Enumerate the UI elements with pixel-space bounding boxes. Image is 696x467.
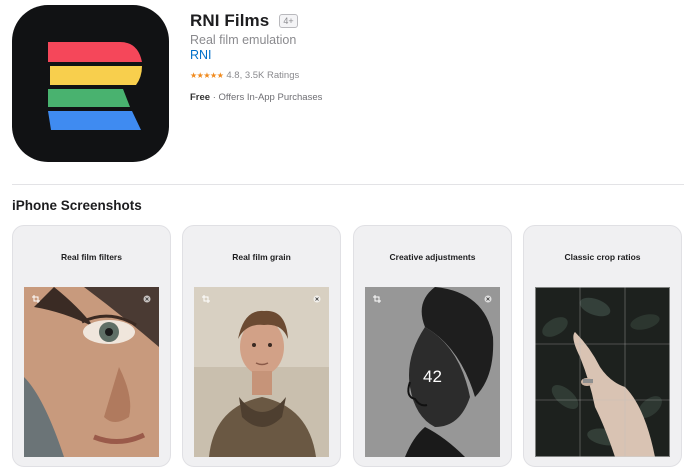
crop-icon[interactable] xyxy=(202,295,210,303)
app-title-row: RNI Films 4+ xyxy=(190,11,298,31)
app-header: RNI Films 4+ Real film emulation RNI ★★★… xyxy=(0,0,696,184)
screenshot-caption: Classic crop ratios xyxy=(564,252,641,262)
star-rating-icon: ★★★★★ xyxy=(190,71,224,80)
screenshot-caption: Real film grain xyxy=(232,252,291,262)
screenshot-card[interactable]: Real film filters xyxy=(12,225,171,467)
price-row: Free · Offers In-App Purchases xyxy=(190,92,322,103)
age-rating-badge: 4+ xyxy=(279,14,298,28)
screenshot-photo-young-man xyxy=(194,287,329,457)
screenshot-photo-eye-closeup xyxy=(24,287,159,457)
crop-grid-photo xyxy=(535,287,670,457)
screenshots-section-title: iPhone Screenshots xyxy=(12,198,142,213)
close-icon[interactable] xyxy=(484,295,492,303)
app-subtitle: Real film emulation xyxy=(190,33,297,47)
portrait-photo xyxy=(194,287,329,457)
close-icon[interactable] xyxy=(313,295,321,303)
rating-text: 4.8, 3.5K Ratings xyxy=(226,70,300,81)
screenshot-card[interactable]: Classic crop ratios xyxy=(523,225,682,467)
rating-row: ★★★★★ 4.8, 3.5K Ratings xyxy=(190,70,299,81)
price-label: Free xyxy=(190,92,211,103)
crop-icon[interactable] xyxy=(373,295,381,303)
close-icon[interactable] xyxy=(143,295,151,303)
developer-link[interactable]: RNI xyxy=(190,48,212,62)
portrait-photo xyxy=(24,287,159,457)
crop-icon[interactable] xyxy=(32,295,40,303)
section-divider xyxy=(12,184,684,185)
app-icon[interactable] xyxy=(12,5,169,162)
app-title: RNI Films xyxy=(190,11,270,30)
screenshot-caption: Real film filters xyxy=(61,252,122,262)
adjustment-value-readout: 42 xyxy=(423,367,442,386)
screenshot-caption: Creative adjustments xyxy=(389,252,476,262)
rni-logo-icon xyxy=(48,42,142,130)
in-app-purchases-note: · Offers In-App Purchases xyxy=(212,92,323,103)
screenshot-card[interactable]: Real film grain xyxy=(182,225,341,467)
screenshot-photo-headwrap-portrait: 42 xyxy=(365,287,500,457)
screenshot-card[interactable]: Creative adjustments 42 xyxy=(353,225,512,467)
screenshot-photo-hand-leaves xyxy=(535,287,670,457)
screenshots-gallery: Real film filters Real film grain Creati… xyxy=(12,225,696,467)
